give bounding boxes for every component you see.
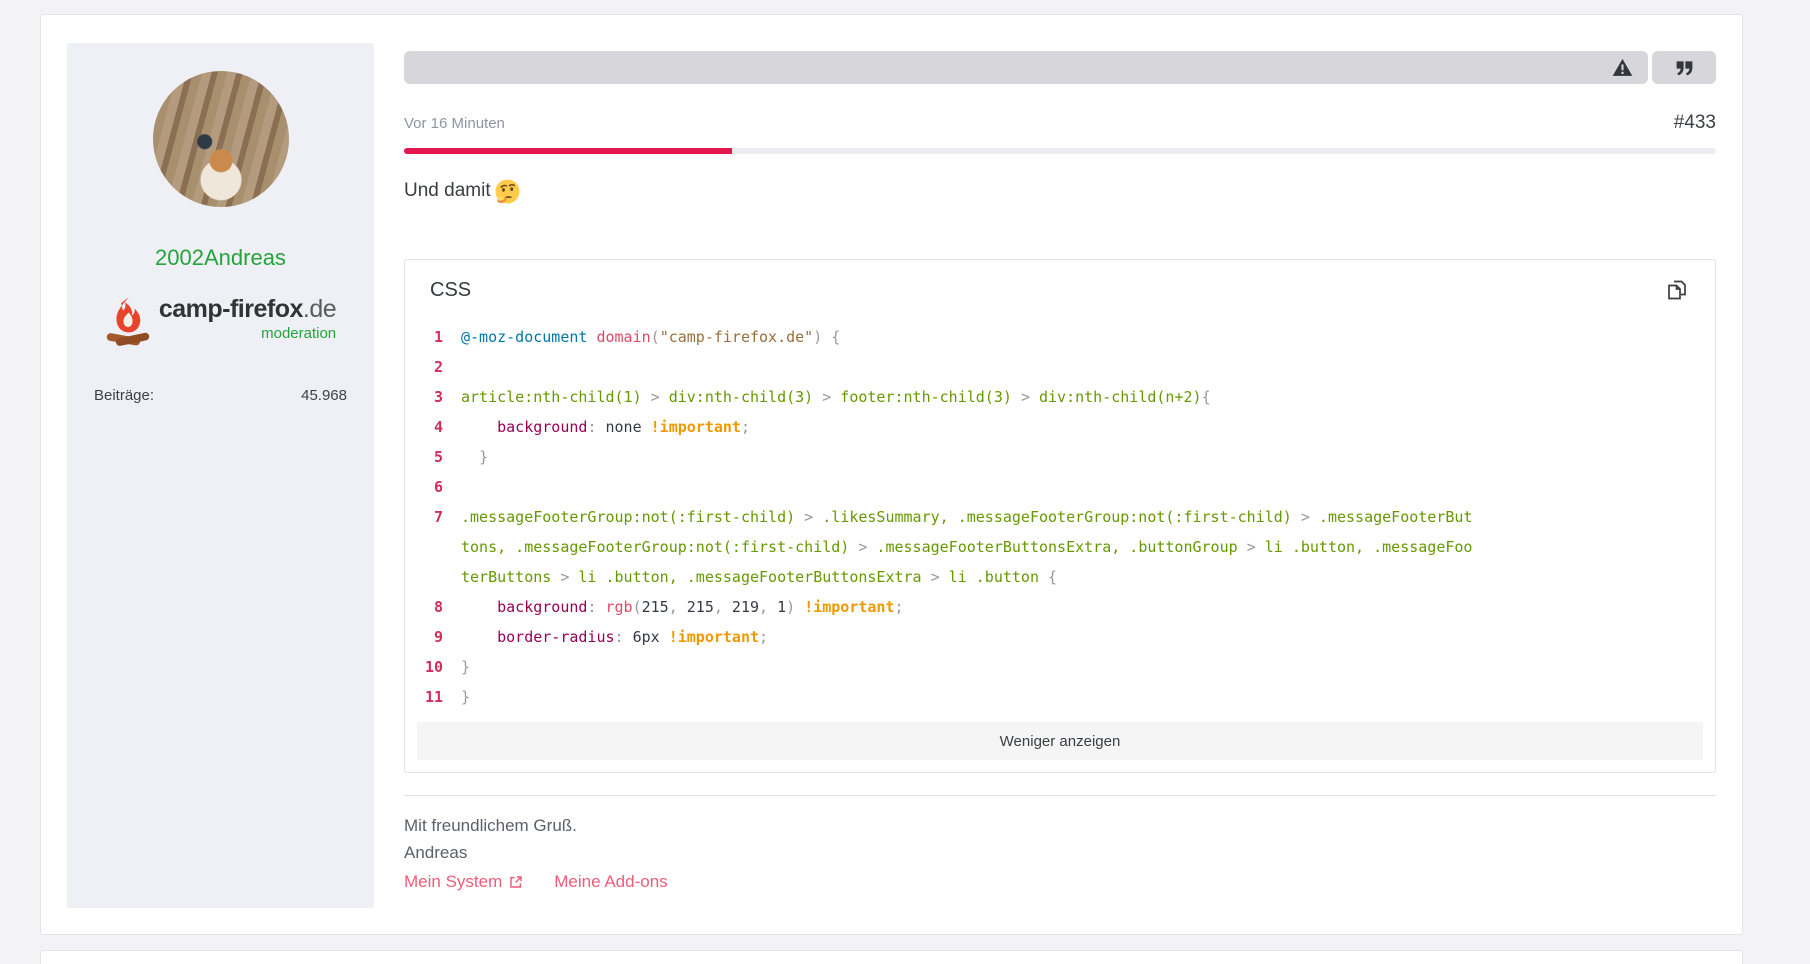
code-line: 1 @-moz-document domain("camp-firefox.de"… [433,328,841,346]
external-link-icon [510,875,522,888]
signature-name: Andreas [404,843,468,862]
code-line: 8 background: rgb(215, 215, 219, 1) !imp… [433,598,904,616]
user-avatar[interactable] [152,71,289,207]
progress-fill [404,148,732,154]
code-line: 10} [424,658,471,676]
footer-button-bar [404,51,1716,84]
post-main: Vor 16 Minuten #433 Und damit CSS 1 @-mo… [404,43,1716,895]
link-mein-system[interactable]: Mein System [404,868,524,895]
report-warning-icon[interactable] [1612,57,1633,78]
forum-page: 2002Andreas camp-firefox.de moderation B… [0,0,1810,964]
post-count-value: 45.968 [301,387,347,404]
thinking-face-emoji [495,179,520,204]
code-line: 4 background: none !important; [433,418,750,436]
link-meine-addons[interactable]: Meine Add-ons [554,868,667,895]
footer-buttons-group[interactable] [404,51,1648,84]
rank-badge: camp-firefox.de moderation [105,295,337,353]
code-language-label: CSS [430,278,472,301]
code-line: 3 article:nth-child(1) > div:nth-child(3)… [433,388,1211,406]
code-line: 9 border-radius: 6px !important; [433,628,769,646]
post-body-text: Und damit [404,179,491,201]
post-body: Und damit [404,176,1716,205]
code-block: CSS 1 @-moz-document domain("camp-firefox… [404,259,1716,773]
signature-divider [404,795,1716,796]
signature-greeting: Mit freundlichem Gruß. [404,816,577,835]
code-line: 7 .messageFooterGroup:not(:first-child) >… [433,508,1473,586]
code-block-header: CSS [405,260,1715,302]
code-line: 6 [433,478,443,496]
quote-button[interactable] [1652,51,1716,84]
code-line: 2 [433,358,443,376]
post-timestamp[interactable]: Vor 16 Minuten [404,115,505,132]
collapse-button[interactable]: Weniger anzeigen [417,722,1703,760]
copy-icon[interactable] [1665,278,1689,302]
campfire-logo-icon [106,297,150,346]
post-header: Vor 16 Minuten #433 [404,112,1716,134]
post-count-row: Beiträge: 45.968 [67,387,374,404]
brand-name: camp-firefox.de [158,295,337,323]
code-line: 11} [424,688,471,706]
post-number[interactable]: #433 [1674,112,1716,134]
code-lines: 1 @-moz-document domain("camp-firefox.de"… [405,322,1715,718]
username-link[interactable]: 2002Andreas [155,245,286,271]
quote-icon [1676,61,1692,76]
progress-track [404,148,1716,154]
user-role: moderation [261,325,337,342]
code-line: 5 } [433,448,489,466]
post-card: 2002Andreas camp-firefox.de moderation B… [40,14,1743,935]
next-post-card [40,950,1743,964]
signature: Mit freundlichem Gruß. Andreas Mein Syst… [404,812,1716,895]
post-count-label: Beiträge: [94,387,155,404]
author-sidebar: 2002Andreas camp-firefox.de moderation B… [67,43,374,908]
